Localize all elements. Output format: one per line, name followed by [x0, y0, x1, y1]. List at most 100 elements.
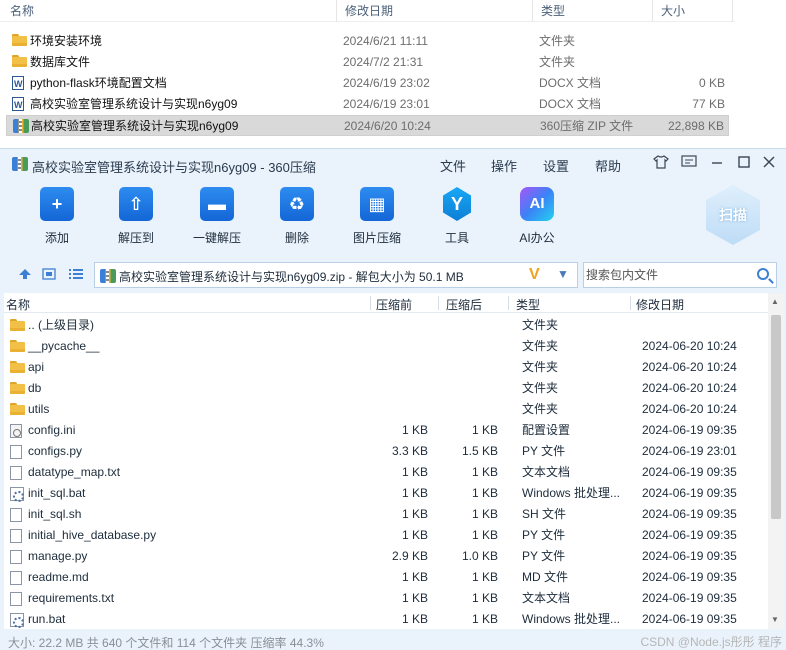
file-type: Windows 批处理... — [522, 486, 621, 500]
menu-settings[interactable]: 设置 — [543, 156, 569, 175]
delete-button[interactable]: ♻ 删除 — [262, 187, 332, 246]
explorer-row[interactable]: 高校实验室管理系统设计与实现n6yg09 2024/6/19 23:01 DOCX … — [6, 94, 729, 116]
row-date: 2024/7/2 21:31 — [343, 55, 424, 69]
file-row[interactable]: configs.py 3.3 KB 1.5 KB PY 文件 2024-06-19 23… — [4, 441, 768, 462]
scroll-up-arrow-icon[interactable]: ▲ — [771, 297, 779, 306]
column-name[interactable]: 名称 — [6, 296, 30, 313]
column-date[interactable]: 修改日期 — [636, 296, 684, 313]
search-input[interactable] — [586, 267, 746, 283]
chevron-down-icon[interactable]: ▼ — [557, 267, 569, 281]
file-icon — [10, 529, 22, 543]
one-click-extract-button[interactable]: ▬ 一键解压 — [182, 187, 252, 246]
scroll-down-arrow-icon[interactable]: ▼ — [771, 615, 779, 624]
docx-icon — [12, 95, 24, 116]
close-icon[interactable] — [760, 155, 778, 173]
add-button[interactable]: + 添加 — [22, 187, 92, 246]
column-compressed[interactable]: 压缩前 — [376, 296, 412, 313]
ai-office-button[interactable]: AI AI办公 — [502, 187, 572, 246]
file-row[interactable]: .. (上级目录) 文件夹 — [4, 315, 768, 336]
thumbnail-view-icon[interactable] — [42, 268, 56, 280]
v-logo-icon[interactable]: V — [529, 266, 540, 284]
file-compressed-size: 1 KB — [401, 591, 428, 605]
file-uncompressed-size: 1 KB — [471, 423, 498, 437]
row-size: 0 KB — [698, 76, 725, 90]
row-size: 22,898 KB — [667, 119, 724, 133]
file-row[interactable]: init_sql.sh 1 KB 1 KB SH 文件 2024-06-19 09:35 — [4, 504, 768, 525]
menu-file[interactable]: 文件 — [440, 156, 466, 175]
delete-label: 删除 — [284, 231, 309, 245]
maximize-icon[interactable] — [735, 155, 753, 173]
file-compressed-size: 1 KB — [401, 423, 428, 437]
column-type[interactable]: 类型 — [533, 0, 653, 22]
row-type: 文件夹 — [539, 55, 576, 69]
row-name: 数据库文件 — [30, 55, 91, 69]
tools-button[interactable]: Y 工具 — [422, 187, 492, 246]
column-uncompressed[interactable]: 压缩后 — [446, 296, 482, 313]
file-explorer: 名称 修改日期 类型 大小 环境安装环境 2024/6/21 11:11 文件夹 数据… — [0, 0, 786, 148]
file-row[interactable]: __pycache__ 文件夹 2024-06-20 10:24 — [4, 336, 768, 357]
explorer-row[interactable]: 环境安装环境 2024/6/21 11:11 文件夹 — [6, 31, 729, 52]
search-icon[interactable] — [757, 268, 769, 280]
file-name: utils — [28, 402, 50, 416]
file-date: 2024-06-19 09:35 — [642, 591, 737, 605]
file-compressed-size: 1 KB — [401, 570, 428, 584]
file-compressed-size: 1 KB — [401, 528, 428, 542]
add-folder-icon: + — [40, 187, 74, 221]
file-compressed-size: 1 KB — [401, 465, 428, 479]
menu-help[interactable]: 帮助 — [595, 156, 621, 175]
column-type[interactable]: 类型 — [516, 296, 540, 313]
file-name: init_sql.bat — [28, 486, 86, 500]
file-compressed-size: 2.9 KB — [391, 549, 428, 563]
minimize-icon[interactable] — [708, 155, 726, 173]
file-row[interactable]: requirements.txt 1 KB 1 KB 文本文档 2024-06-19 0… — [4, 588, 768, 609]
file-row[interactable]: init_sql.bat 1 KB 1 KB Windows 批处理... 2024-0… — [4, 483, 768, 504]
file-row[interactable]: db 文件夹 2024-06-20 10:24 — [4, 378, 768, 399]
path-field[interactable]: 高校实验室管理系统设计与实现n6yg09.zip - 解包大小为 50.1 MB… — [94, 262, 578, 288]
vertical-scrollbar[interactable]: ▲ ▼ — [768, 293, 784, 629]
image-compress-button[interactable]: ▦ 图片压缩 — [342, 187, 412, 246]
file-row[interactable]: manage.py 2.9 KB 1.0 KB PY 文件 2024-06-19 09:… — [4, 546, 768, 567]
column-name[interactable]: 名称 — [2, 0, 337, 22]
explorer-row[interactable]: 数据库文件 2024/7/2 21:31 文件夹 — [6, 52, 729, 73]
up-arrow-icon[interactable] — [18, 268, 32, 280]
row-name: 高校实验室管理系统设计与实现n6yg09 — [30, 97, 238, 111]
archive-path: 高校实验室管理系统设计与实现n6yg09.zip - 解包大小为 50.1 MB — [119, 270, 464, 284]
bat-icon — [10, 613, 24, 628]
explorer-column-header: 名称 修改日期 类型 大小 — [0, 0, 735, 22]
file-icon — [10, 466, 22, 480]
file-icon — [10, 550, 22, 564]
file-date: 2024-06-19 09:35 — [642, 465, 737, 479]
file-date: 2024-06-19 23:01 — [642, 444, 737, 458]
row-type: DOCX 文档 — [539, 97, 602, 111]
file-date: 2024-06-19 09:35 — [642, 486, 737, 500]
file-row[interactable]: config.ini 1 KB 1 KB 配置设置 2024-06-19 09:35 — [4, 420, 768, 441]
file-name: datatype_map.txt — [28, 465, 121, 479]
column-size[interactable]: 大小 — [653, 0, 733, 22]
file-icon — [10, 445, 22, 459]
search-box[interactable] — [583, 262, 777, 288]
scan-button[interactable]: 扫描 — [706, 185, 760, 245]
menu-operate[interactable]: 操作 — [491, 156, 517, 175]
title-bar[interactable]: 高校实验室管理系统设计与实现n6yg09 - 360压缩 文件 操作 设置 帮助 — [0, 149, 786, 179]
file-row[interactable]: utils 文件夹 2024-06-20 10:24 — [4, 399, 768, 420]
file-type: 文本文档 — [522, 465, 571, 479]
scrollbar-thumb[interactable] — [771, 315, 781, 519]
row-date: 2024/6/20 10:24 — [344, 119, 431, 133]
list-view-icon[interactable] — [69, 268, 83, 280]
file-row[interactable]: api 文件夹 2024-06-20 10:24 — [4, 357, 768, 378]
file-row[interactable]: readme.md 1 KB 1 KB MD 文件 2024-06-19 09:35 — [4, 567, 768, 588]
file-uncompressed-size: 1 KB — [471, 591, 498, 605]
file-row[interactable]: initial_hive_database.py 1 KB 1 KB PY 文件 202… — [4, 525, 768, 546]
explorer-row[interactable]: python-flask环境配置文档 2024/6/19 23:02 DOCX 文档… — [6, 73, 729, 95]
explorer-row[interactable]: 高校实验室管理系统设计与实现n6yg09 2024/6/20 10:24 360压缩… — [6, 115, 729, 136]
extract-to-button[interactable]: ⇧ 解压到 — [101, 187, 171, 246]
tools-icon: Y — [440, 187, 474, 221]
feedback-icon[interactable] — [680, 155, 698, 173]
address-bar: 高校实验室管理系统设计与实现n6yg09.zip - 解包大小为 50.1 MB… — [0, 257, 786, 291]
file-uncompressed-size: 1.0 KB — [461, 549, 498, 563]
file-row[interactable]: run.bat 1 KB 1 KB Windows 批处理... 2024-06-19 … — [4, 609, 768, 629]
column-date[interactable]: 修改日期 — [337, 0, 533, 22]
file-row[interactable]: datatype_map.txt 1 KB 1 KB 文本文档 2024-06-19 0… — [4, 462, 768, 483]
file-name: manage.py — [28, 549, 88, 563]
shirt-icon[interactable] — [652, 155, 670, 173]
